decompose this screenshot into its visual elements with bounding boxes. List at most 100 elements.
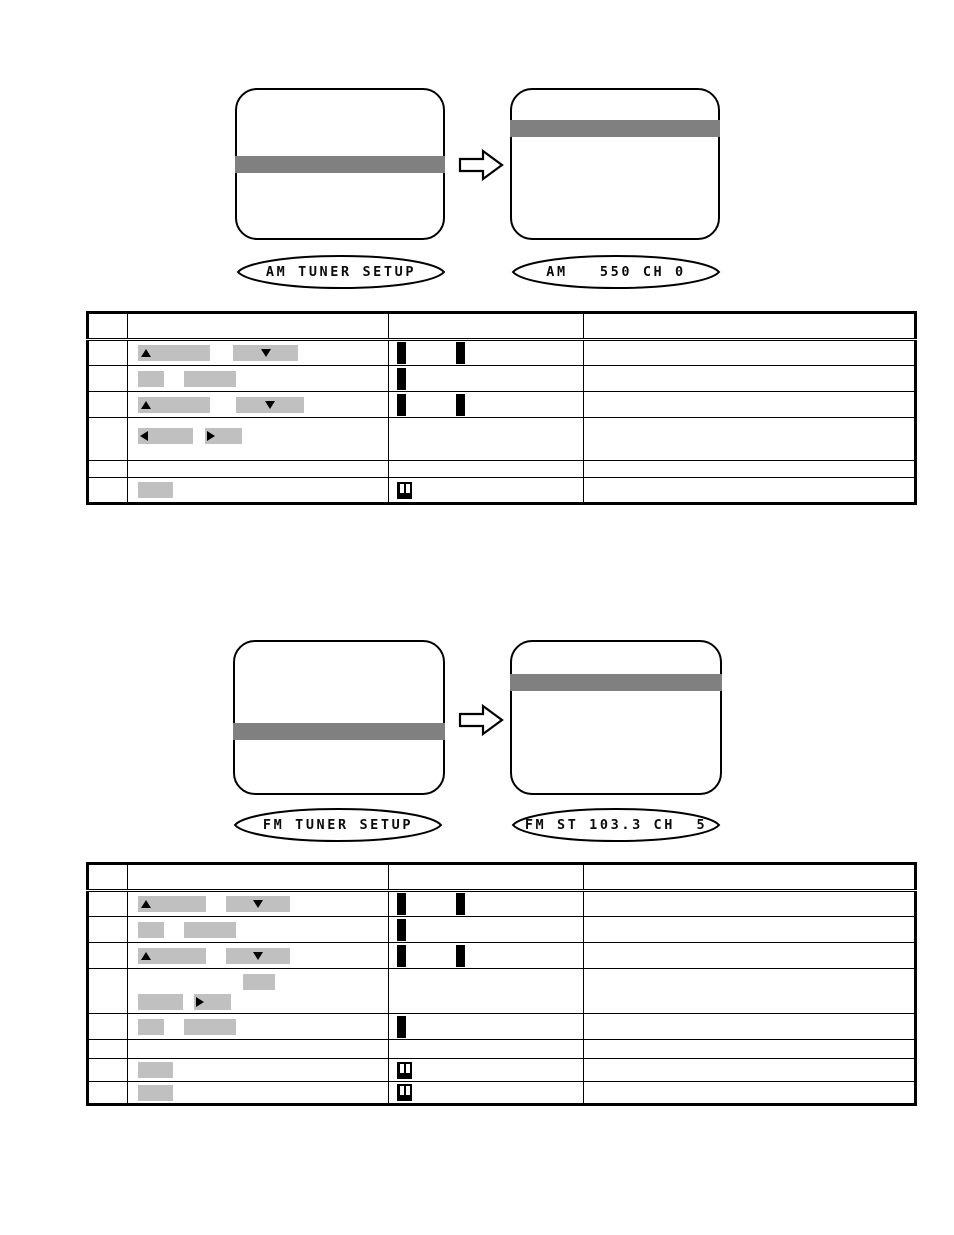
right-arrow-icon (458, 148, 504, 182)
blank-run (138, 1062, 173, 1078)
blank-run (138, 427, 193, 444)
right-arrow-icon (458, 703, 504, 737)
cell-number (87, 890, 128, 917)
am-lcd-text-before: AM TUNER SETUP (265, 264, 417, 280)
cell-note (583, 365, 916, 392)
cell-action (127, 1039, 389, 1059)
cell-note (583, 1058, 916, 1082)
table-header-row (87, 312, 916, 341)
cell-key (388, 460, 584, 478)
triangle-down-icon (253, 900, 263, 908)
cell-key (388, 942, 584, 969)
table-row (87, 968, 916, 1014)
blank-run (226, 947, 290, 964)
blank-run (236, 396, 304, 413)
table-row (87, 890, 916, 917)
cell-key (388, 417, 584, 461)
header-cell-number (87, 863, 128, 892)
header-cell-key (388, 863, 584, 892)
key-glyph (456, 393, 465, 416)
fm-lcd-readout-after: FM ST 103.3 CH 5 (511, 808, 721, 842)
cell-key (388, 1013, 584, 1040)
fm-lcd-readout-before: FM TUNER SETUP (233, 808, 443, 842)
manual-page: AM TUNER SETUP AM 550 CH 0 FM TUNER SETU… (0, 0, 954, 1235)
cell-key (388, 968, 584, 1014)
am-lcd-readout-before: AM TUNER SETUP (236, 255, 446, 289)
table-row (87, 916, 916, 943)
key-glyph (397, 342, 406, 364)
cell-action (127, 417, 389, 461)
remote-button-icon (397, 481, 412, 499)
cell-note (583, 1039, 916, 1059)
key-glyph (397, 393, 406, 416)
table-row (87, 391, 916, 418)
blank-run (226, 896, 290, 912)
am-menu-screen-before (235, 88, 445, 240)
blank-run (205, 427, 242, 444)
blank-run (194, 994, 231, 1010)
am-before-highlight-bar (235, 156, 445, 173)
triangle-right-icon (207, 430, 215, 441)
fm-tuner-step-table (86, 862, 917, 1106)
key-glyph (397, 1015, 406, 1038)
blank-run (184, 921, 236, 938)
cell-number (87, 417, 128, 461)
am-menu-screen-after (510, 88, 720, 240)
am-after-highlight-bar (510, 120, 720, 137)
triangle-up-icon (141, 951, 151, 960)
triangle-right-icon (196, 997, 204, 1007)
cell-key (388, 339, 584, 366)
blank-run (138, 994, 183, 1010)
key-glyph (397, 918, 406, 941)
am-lcd-readout-after: AM 550 CH 0 (511, 255, 721, 289)
cell-number (87, 339, 128, 366)
cell-note (583, 391, 916, 418)
blank-run (243, 974, 275, 990)
table-row (87, 1013, 916, 1040)
header-cell-key (388, 312, 584, 341)
blank-run (138, 1018, 164, 1035)
cell-number (87, 942, 128, 969)
cell-action (127, 1013, 389, 1040)
cell-number (87, 477, 128, 504)
table-row (87, 942, 916, 969)
am-lcd-text-after: AM 550 CH 0 (546, 264, 686, 280)
cell-note (583, 942, 916, 969)
blank-run (138, 482, 173, 498)
cell-note (583, 339, 916, 366)
fm-after-highlight-bar (510, 674, 722, 691)
cell-action (127, 942, 389, 969)
cell-key (388, 1058, 584, 1082)
blank-run (138, 345, 210, 361)
cell-key (388, 1039, 584, 1059)
cell-action (127, 339, 389, 366)
fm-lcd-text-after: FM ST 103.3 CH 5 (524, 817, 708, 833)
cell-number (87, 391, 128, 418)
cell-note (583, 968, 916, 1014)
cell-note (583, 890, 916, 917)
table-header-row (87, 863, 916, 892)
table-row (87, 1058, 916, 1082)
table-row (87, 460, 916, 478)
cell-key (388, 1081, 584, 1105)
blank-run (138, 396, 210, 413)
table-row (87, 1039, 916, 1059)
header-cell-note (583, 312, 916, 341)
table-row (87, 417, 916, 461)
fm-before-highlight-bar (233, 723, 445, 740)
cell-action (127, 1081, 389, 1105)
blank-run (138, 370, 164, 387)
fm-menu-screen-after (510, 640, 722, 795)
cell-action (127, 968, 389, 1014)
cell-key (388, 890, 584, 917)
triangle-down-icon (260, 349, 271, 357)
cell-number (87, 460, 128, 478)
blank-run (138, 1084, 173, 1101)
blank-run (184, 1018, 236, 1035)
cell-number (87, 916, 128, 943)
cell-key (388, 916, 584, 943)
cell-note (583, 417, 916, 461)
key-glyph (397, 893, 406, 915)
am-tuner-step-table (86, 311, 917, 505)
fm-menu-screen-before (233, 640, 445, 795)
